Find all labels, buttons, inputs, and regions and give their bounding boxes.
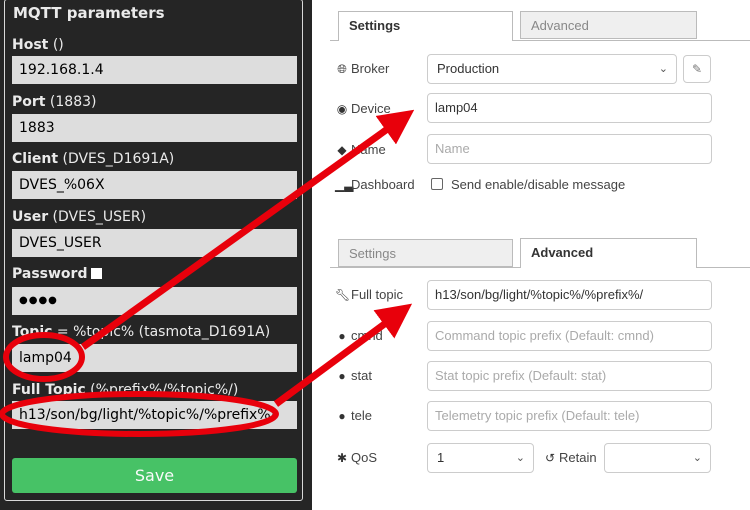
- tab-underline: [697, 267, 750, 268]
- comment-icon: ●: [338, 369, 346, 383]
- password-label: Password: [12, 266, 103, 282]
- topic-input[interactable]: lamp04: [12, 344, 297, 372]
- globe-icon: 🌐︎: [337, 62, 347, 76]
- save-button[interactable]: Save: [12, 458, 297, 493]
- user-input[interactable]: DVES_USER: [12, 229, 297, 257]
- tab-settings-bottom[interactable]: Settings: [338, 239, 513, 267]
- stat-input[interactable]: Stat topic prefix (Default: stat): [427, 361, 712, 391]
- dashboard-checkbox[interactable]: [431, 178, 443, 190]
- asterisk-icon: ✱: [336, 451, 348, 465]
- tab-underline: [330, 267, 520, 268]
- show-password-checkbox[interactable]: [91, 268, 103, 279]
- port-label: Port (1883): [12, 94, 97, 110]
- chevron-down-icon: ⌄: [515, 452, 525, 464]
- name-input[interactable]: Name: [427, 134, 712, 164]
- full-topic-label: Full Topic (%prefix%/%topic%/): [12, 382, 239, 398]
- host-input[interactable]: 192.168.1.4: [12, 56, 297, 84]
- history-icon: ↺: [544, 451, 556, 465]
- client-input[interactable]: DVES_%06X: [12, 171, 297, 199]
- client-label: Client (DVES_D1691A): [12, 151, 175, 167]
- device-label: ◉ Device: [336, 101, 391, 116]
- full-topic-input[interactable]: h13/son/bg/light/%topic%/%prefix%/: [12, 401, 297, 429]
- qos-label: ✱ QoS: [336, 450, 378, 465]
- name-label: ◆ Name: [335, 142, 385, 157]
- cmnd-input[interactable]: Command topic prefix (Default: cmnd): [427, 321, 712, 351]
- port-input[interactable]: 1883: [12, 114, 297, 142]
- broker-label: 🌐︎ Broker: [335, 61, 389, 77]
- chevron-down-icon: ⌄: [692, 452, 702, 464]
- full-topic-input-right[interactable]: h13/son/bg/light/%topic%/%prefix%/: [427, 280, 712, 310]
- user-label: User (DVES_USER): [12, 209, 147, 225]
- wrench-icon: 🔧︎: [335, 288, 351, 302]
- topic-label: Topic = %topic% (tasmota_D1691A): [12, 324, 271, 340]
- broker-select[interactable]: Production ⌄: [427, 54, 677, 84]
- full-topic-label-right: 🔧︎Full topic: [335, 287, 404, 302]
- retain-label: ↺ Retain: [544, 450, 597, 465]
- tab-settings-top[interactable]: Settings: [338, 11, 513, 41]
- tele-label: ● tele: [335, 408, 372, 423]
- password-input[interactable]: ●●●●: [12, 287, 297, 315]
- host-label: Host (): [12, 37, 64, 53]
- chevron-down-icon: ⌄: [658, 63, 668, 75]
- tab-advanced-top[interactable]: Advanced: [520, 11, 697, 39]
- dashboard-label: ▁▃Dashboard: [335, 177, 415, 192]
- tab-underline: [513, 40, 750, 41]
- comment-icon: ●: [338, 409, 346, 423]
- stat-label: ● stat: [335, 368, 372, 383]
- comment-icon: ●: [338, 329, 346, 343]
- edit-broker-button[interactable]: ✎: [683, 55, 711, 83]
- tab-underline: [330, 40, 338, 41]
- dashboard-option[interactable]: Send enable/disable message: [431, 177, 625, 192]
- pencil-icon: ✎: [691, 62, 703, 76]
- tab-advanced-bottom[interactable]: Advanced: [520, 238, 697, 268]
- tasmota-mqtt-panel: MQTT parameters Host () 192.168.1.4 Port…: [0, 0, 312, 510]
- tag-icon: ◆: [337, 143, 347, 157]
- fieldset-legend: MQTT parameters: [9, 5, 169, 21]
- bar-chart-icon: ▁▃: [335, 178, 354, 192]
- tele-input[interactable]: Telemetry topic prefix (Default: tele): [427, 401, 712, 431]
- qos-select[interactable]: 1 ⌄: [427, 443, 534, 473]
- cmnd-label: ● cmnd: [335, 328, 382, 343]
- target-icon: ◉: [336, 102, 348, 116]
- retain-select[interactable]: ⌄: [604, 443, 711, 473]
- device-input[interactable]: lamp04: [427, 93, 712, 123]
